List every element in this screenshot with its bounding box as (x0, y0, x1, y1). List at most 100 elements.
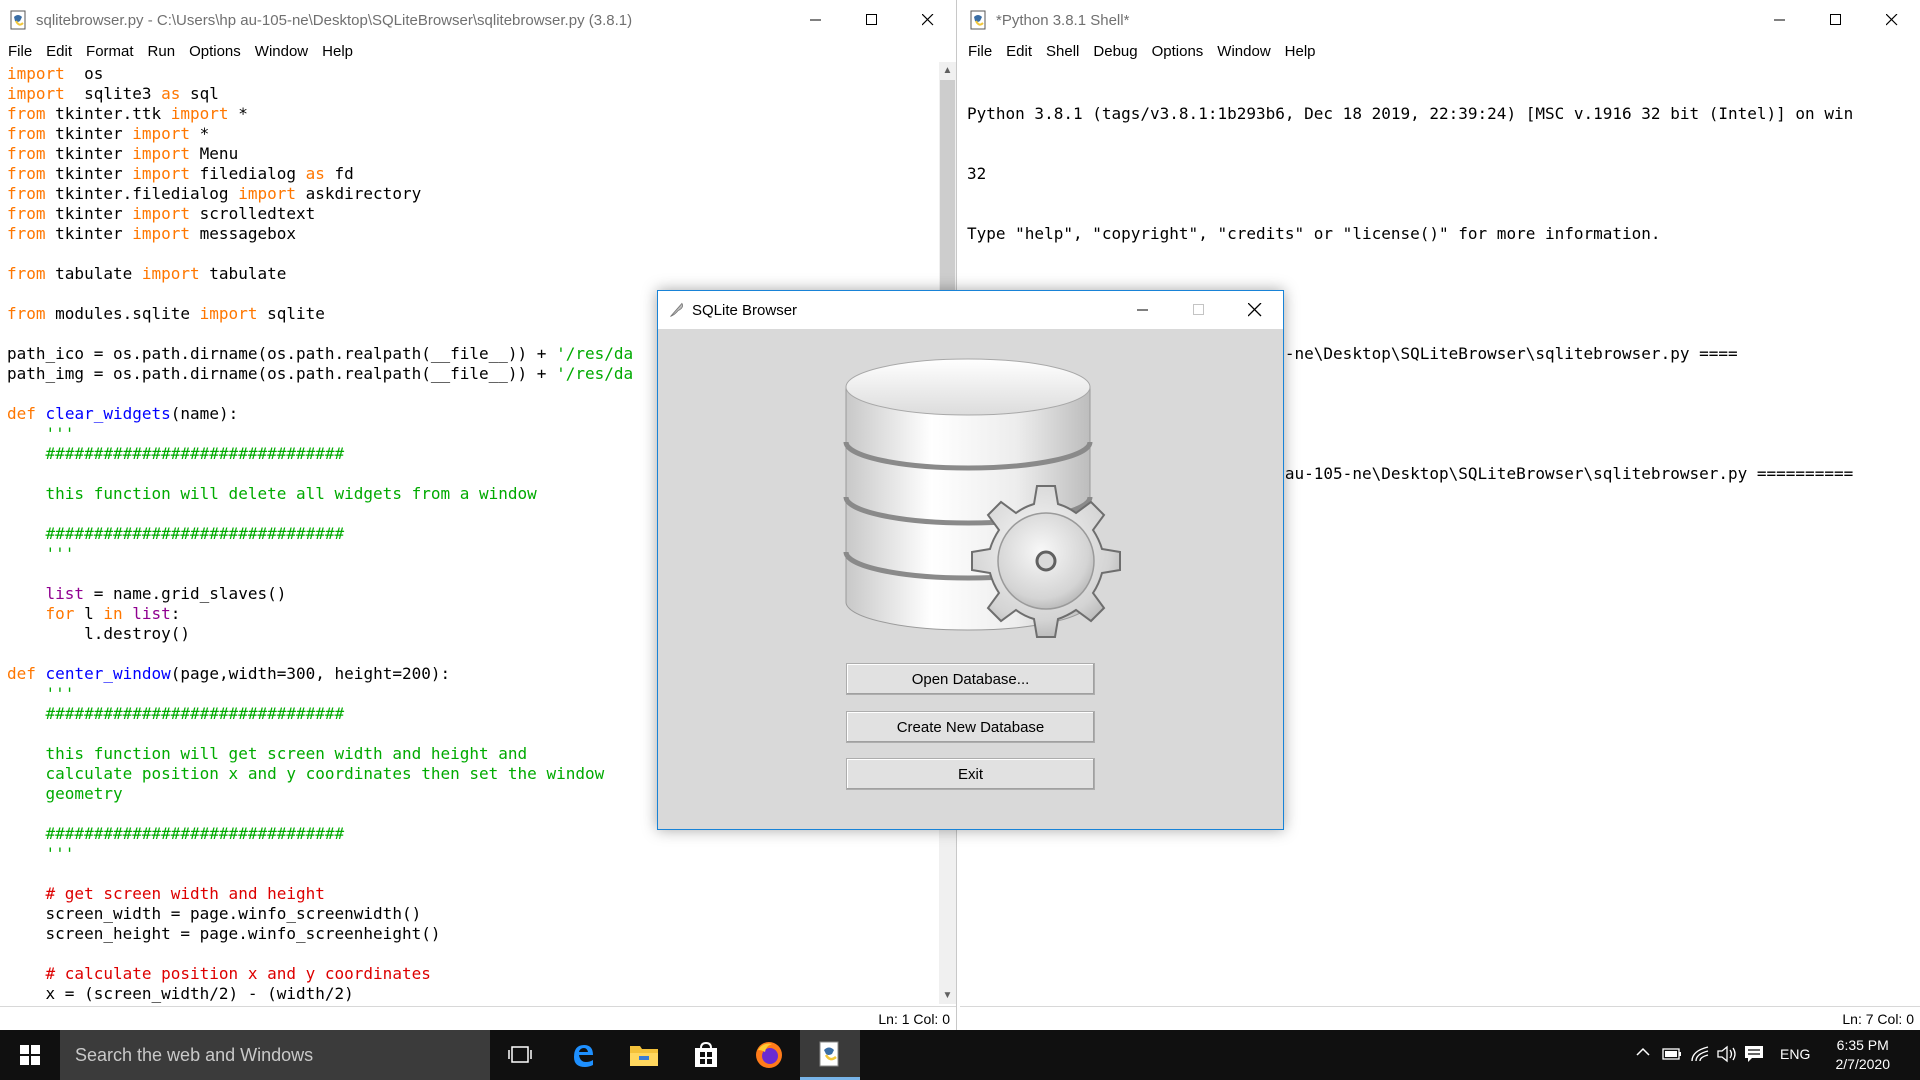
shell-menubar: File Edit Shell Debug Options Window Hel… (960, 40, 1920, 62)
minimize-button[interactable] (1752, 0, 1808, 40)
maximize-icon (1193, 304, 1204, 315)
code-token: x = (screen_width/2) - (width/2) (7, 984, 354, 1003)
minimize-icon (1137, 309, 1148, 311)
store-button[interactable] (676, 1030, 736, 1080)
python-idle-icon (819, 1041, 839, 1066)
editor-statusbar: Ln: 1 Col: 0 (0, 1006, 956, 1030)
code-line: import os (7, 64, 937, 84)
editor-menubar: File Edit Format Run Options Window Help (0, 40, 956, 62)
scroll-up-icon[interactable]: ▲ (939, 62, 956, 79)
maximize-button[interactable] (844, 0, 900, 40)
code-token: tkinter (45, 224, 133, 243)
code-token: import (238, 184, 296, 203)
volume-icon[interactable] (1716, 1045, 1738, 1066)
edge-browser-icon (574, 1045, 593, 1067)
code-token: ''' (7, 544, 75, 563)
maximize-button[interactable] (1808, 0, 1864, 40)
scroll-down-icon[interactable]: ▼ (939, 987, 956, 1004)
open-database-button[interactable]: Open Database... (846, 663, 1095, 695)
code-token: from (7, 124, 46, 143)
code-token: tabulate (199, 264, 287, 283)
code-token: import (170, 104, 229, 123)
task-view-icon (508, 1046, 532, 1063)
code-token: '/res/da (556, 364, 634, 383)
code-token: filedialog (190, 164, 306, 183)
menu-edit[interactable]: Edit (39, 43, 79, 60)
menu-window[interactable]: Window (248, 43, 315, 60)
python-file-icon (970, 10, 986, 30)
menu-run[interactable]: Run (141, 43, 183, 60)
code-token: fd (324, 164, 354, 183)
close-button[interactable] (1227, 291, 1283, 329)
create-new-database-button[interactable]: Create New Database (846, 711, 1095, 743)
edge-browser-button[interactable] (553, 1030, 613, 1080)
code-token: tkinter (45, 124, 133, 143)
code-line: import sqlite3 as sql (7, 84, 937, 104)
code-token: import (132, 204, 191, 223)
battery-icon[interactable] (1662, 1047, 1682, 1064)
task-view-button[interactable] (490, 1030, 550, 1080)
menu-help[interactable]: Help (315, 43, 360, 60)
clock-time: 6:35 PM (1836, 1037, 1889, 1053)
menu-options[interactable]: Options (182, 43, 248, 60)
code-token: scrolledtext (190, 204, 316, 223)
code-token: as (305, 164, 325, 183)
code-token: screen_width = page.winfo_screenwidth() (7, 904, 422, 923)
editor-titlebar[interactable]: sqlitebrowser.py - C:\Users\hp au-105-ne… (0, 0, 956, 40)
shell-line: Type "help", "copyright", "credits" or "… (967, 224, 1661, 243)
menu-window[interactable]: Window (1210, 43, 1277, 60)
code-token: tkinter.filedialog (45, 184, 239, 203)
code-token: * (228, 104, 248, 123)
dialog-titlebar[interactable]: SQLite Browser (658, 291, 1283, 329)
menu-shell[interactable]: Shell (1039, 43, 1086, 60)
code-token: as (161, 84, 181, 103)
firefox-icon (756, 1042, 782, 1068)
code-token: = name.grid_slaves() (84, 584, 287, 603)
minimize-button[interactable] (1115, 291, 1171, 329)
python-idle-button[interactable] (800, 1030, 860, 1080)
taskbar-search[interactable]: Search the web and Windows (60, 1030, 490, 1080)
menu-edit[interactable]: Edit (999, 43, 1039, 60)
exit-button[interactable]: Exit (846, 758, 1095, 790)
menu-options[interactable]: Options (1145, 43, 1211, 60)
clock[interactable]: 6:35 PM 2/7/2020 (1836, 1036, 1891, 1074)
store-icon (695, 1041, 717, 1067)
code-token: ############################### (7, 444, 345, 463)
menu-format[interactable]: Format (79, 43, 141, 60)
firefox-button[interactable] (739, 1030, 799, 1080)
search-placeholder: Search the web and Windows (75, 1044, 314, 1065)
code-token: modules.sqlite (45, 304, 200, 323)
notifications-icon[interactable] (1744, 1045, 1764, 1066)
menu-file[interactable]: File (0, 43, 39, 60)
shell-titlebar[interactable]: *Python 3.8.1 Shell* (960, 0, 1920, 40)
minimize-button[interactable] (788, 0, 844, 40)
language-indicator[interactable]: ENG (1780, 1046, 1810, 1062)
close-button[interactable] (1864, 0, 1920, 40)
code-token: '/res/da (556, 344, 634, 363)
chevron-up-icon[interactable] (1635, 1044, 1651, 1063)
taskbar: Search the web and Windows ENG 6:35 PM 2… (0, 1030, 1920, 1080)
code-token: def (7, 664, 36, 683)
code-token: from (7, 304, 46, 323)
close-button[interactable] (900, 0, 956, 40)
menu-file[interactable]: File (960, 43, 999, 60)
menu-debug[interactable]: Debug (1086, 43, 1144, 60)
wifi-icon[interactable] (1690, 1045, 1710, 1066)
code-token: from (7, 144, 46, 163)
code-token: list (132, 604, 171, 623)
menu-help[interactable]: Help (1278, 43, 1323, 60)
code-token: calculate position x and y coordinates t… (7, 764, 605, 783)
database-gear-icon (843, 358, 1121, 638)
code-token: import (132, 124, 191, 143)
code-token: sql (180, 84, 219, 103)
code-token: clear_widgets (45, 404, 171, 423)
file-explorer-button[interactable] (614, 1030, 674, 1080)
start-button[interactable] (0, 1030, 60, 1080)
close-icon (1248, 303, 1262, 317)
code-token: list (7, 584, 85, 603)
scrollbar-thumb[interactable] (940, 80, 955, 290)
code-token: from (7, 264, 46, 283)
